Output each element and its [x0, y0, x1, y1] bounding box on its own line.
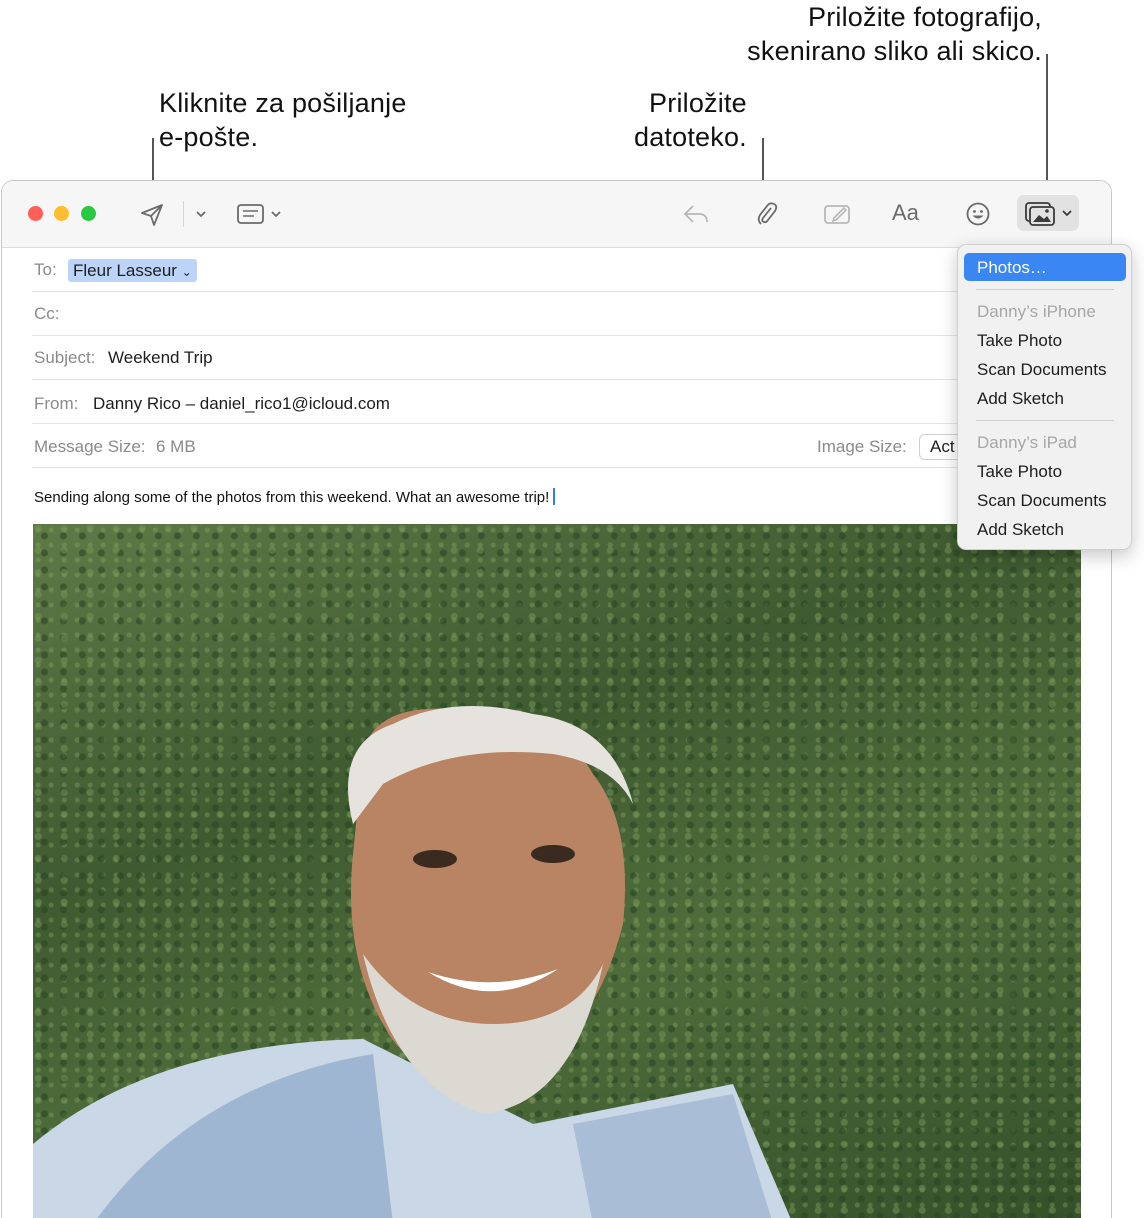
- menu-item-iphone-add-sketch[interactable]: Add Sketch: [977, 389, 1064, 409]
- reply-icon: [683, 205, 708, 223]
- from-row: From: Danny Rico – daniel_rico1@icloud.c…: [32, 380, 1082, 424]
- callout-send: Kliknite za pošiljanje e-pošte.: [159, 86, 407, 154]
- menu-heading-ipad: Danny’s iPad: [977, 433, 1077, 452]
- menu-separator: [976, 420, 1114, 421]
- callout-attach-file-line1: Priložite: [649, 88, 747, 118]
- menu-item-iphone-scan-documents[interactable]: Scan Documents: [977, 360, 1106, 380]
- menu-item-ipad-take-photo[interactable]: Take Photo: [977, 462, 1062, 482]
- callout-attach-photo-line1: Priložite fotografijo,: [807, 2, 1042, 32]
- minimize-window-button[interactable]: [54, 206, 69, 221]
- photo-portrait: [33, 706, 791, 1218]
- callout-send-line1: Kliknite za pošiljanje: [159, 88, 407, 118]
- send-options-button[interactable]: [193, 206, 209, 222]
- compose-window: Aa To: Fleur Lasseur ⌄ Cc: Subject: Week…: [1, 180, 1112, 1218]
- markup-icon: [824, 205, 850, 224]
- from-field[interactable]: Danny Rico – daniel_rico1@icloud.com: [93, 394, 390, 414]
- subject-field[interactable]: Weekend Trip: [108, 348, 213, 368]
- menu-item-photos[interactable]: Photos…: [977, 258, 1047, 278]
- callout-attach-photo-pointer: [1046, 54, 1048, 196]
- image-size-label: Image Size:: [817, 437, 907, 456]
- text-caret: [553, 488, 556, 505]
- recipient-chevron-icon: ⌄: [181, 265, 192, 279]
- attach-file-button[interactable]: [753, 199, 781, 229]
- attached-photo[interactable]: [33, 524, 1081, 1218]
- menu-item-ipad-scan-documents[interactable]: Scan Documents: [977, 491, 1106, 511]
- chevron-down-icon: [196, 211, 206, 218]
- zoom-window-button[interactable]: [81, 206, 96, 221]
- header-fields-button[interactable]: [236, 201, 286, 227]
- message-size-label: Message Size:: [34, 437, 146, 456]
- to-label: To:: [34, 260, 57, 279]
- callout-attach-photo-line2: skenirano sliko ali skico.: [747, 36, 1042, 66]
- reply-button[interactable]: [682, 201, 710, 227]
- toolbar-separator: [183, 201, 184, 227]
- text-format-button[interactable]: Aa: [892, 200, 919, 226]
- menu-heading-iphone: Danny’s iPhone: [977, 302, 1096, 321]
- message-body-text: Sending along some of the photos from th…: [34, 489, 550, 506]
- send-button[interactable]: [138, 201, 166, 229]
- photo-browser-button[interactable]: [1017, 195, 1079, 231]
- callout-attach-photo: Priložite fotografijo, skenirano sliko a…: [724, 0, 1042, 68]
- from-label: From:: [34, 394, 79, 413]
- header-fields-icon: [237, 204, 281, 224]
- to-recipient-name: Fleur Lasseur: [73, 261, 177, 280]
- callout-attach-file-line2: datoteko.: [634, 122, 747, 152]
- cc-row[interactable]: Cc:: [32, 292, 1082, 336]
- menu-separator: [976, 289, 1114, 290]
- to-recipient-token[interactable]: Fleur Lasseur ⌄: [68, 259, 197, 282]
- photo-browser-icon: [1025, 202, 1072, 226]
- message-body[interactable]: Sending along some of the photos from th…: [34, 488, 556, 506]
- callout-send-line2: e-pošte.: [159, 122, 259, 152]
- subject-label: Subject:: [34, 348, 96, 367]
- toolbar: Aa: [2, 181, 1111, 248]
- close-window-button[interactable]: [28, 206, 43, 221]
- markup-button[interactable]: [822, 201, 852, 227]
- emoji-icon: [966, 202, 990, 226]
- paperclip-icon: [757, 202, 778, 225]
- send-icon: [141, 204, 163, 226]
- cc-label: Cc:: [34, 304, 60, 323]
- emoji-button[interactable]: [964, 200, 992, 228]
- callout-attach-file: Priložite datoteko.: [634, 86, 747, 154]
- photo-browser-menu: Photos… Danny’s iPhone Take Photo Scan D…: [957, 244, 1132, 550]
- menu-item-iphone-take-photo[interactable]: Take Photo: [977, 331, 1062, 351]
- subject-row[interactable]: Subject: Weekend Trip: [32, 336, 1082, 380]
- message-size-value: 6 MB: [156, 437, 196, 456]
- menu-item-ipad-add-sketch[interactable]: Add Sketch: [977, 520, 1064, 540]
